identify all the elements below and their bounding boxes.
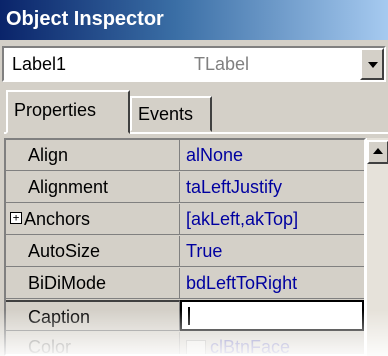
property-row-autosize[interactable]: AutoSize True: [6, 236, 364, 268]
vertical-scrollbar[interactable]: [366, 138, 388, 356]
component-name: Label1: [12, 54, 67, 74]
property-value[interactable]: [akLeft,akTop]: [180, 204, 364, 235]
tab-events[interactable]: Events: [130, 96, 212, 132]
property-row-color[interactable]: Color clBtnFace: [6, 332, 364, 356]
color-value: clBtnFace: [210, 337, 291, 356]
property-row-align[interactable]: Align alNone: [6, 140, 364, 172]
color-swatch: [186, 340, 206, 354]
text-caret: [188, 307, 190, 326]
tab-strip: Properties Events: [0, 88, 388, 134]
property-name: Color: [6, 332, 180, 354]
component-selector[interactable]: Label1 TLabel: [2, 46, 386, 82]
title-bar[interactable]: Object Inspector: [0, 0, 388, 40]
property-name: AutoSize: [6, 236, 180, 267]
property-grid: Align alNone Alignment taLeftJustify + A…: [4, 138, 366, 356]
property-row-anchors[interactable]: + Anchors [akLeft,akTop]: [6, 204, 364, 236]
component-type: TLabel: [194, 54, 250, 74]
tab-properties[interactable]: Properties: [6, 90, 130, 134]
property-name: Align: [6, 140, 180, 171]
property-name: Alignment: [6, 172, 180, 203]
property-row-alignment[interactable]: Alignment taLeftJustify: [6, 172, 364, 204]
object-inspector-window: Object Inspector Label1 TLabel Propertie…: [0, 0, 388, 356]
property-name: Anchors: [6, 204, 180, 235]
scroll-up-arrow-icon[interactable]: [367, 140, 388, 164]
property-value[interactable]: bdLeftToRight: [180, 268, 364, 299]
property-value[interactable]: True: [180, 236, 364, 267]
property-value[interactable]: taLeftJustify: [180, 172, 364, 203]
window-title: Object Inspector: [6, 8, 164, 30]
caption-edit-field[interactable]: [180, 300, 364, 331]
property-row-bidimode[interactable]: BiDiMode bdLeftToRight: [6, 268, 364, 300]
property-value[interactable]: alNone: [180, 140, 364, 171]
property-row-caption[interactable]: Caption: [6, 300, 364, 332]
property-name: Caption: [6, 300, 180, 331]
property-name: BiDiMode: [6, 268, 180, 299]
property-value[interactable]: clBtnFace: [180, 332, 364, 356]
dropdown-arrow-icon[interactable]: [360, 48, 384, 80]
